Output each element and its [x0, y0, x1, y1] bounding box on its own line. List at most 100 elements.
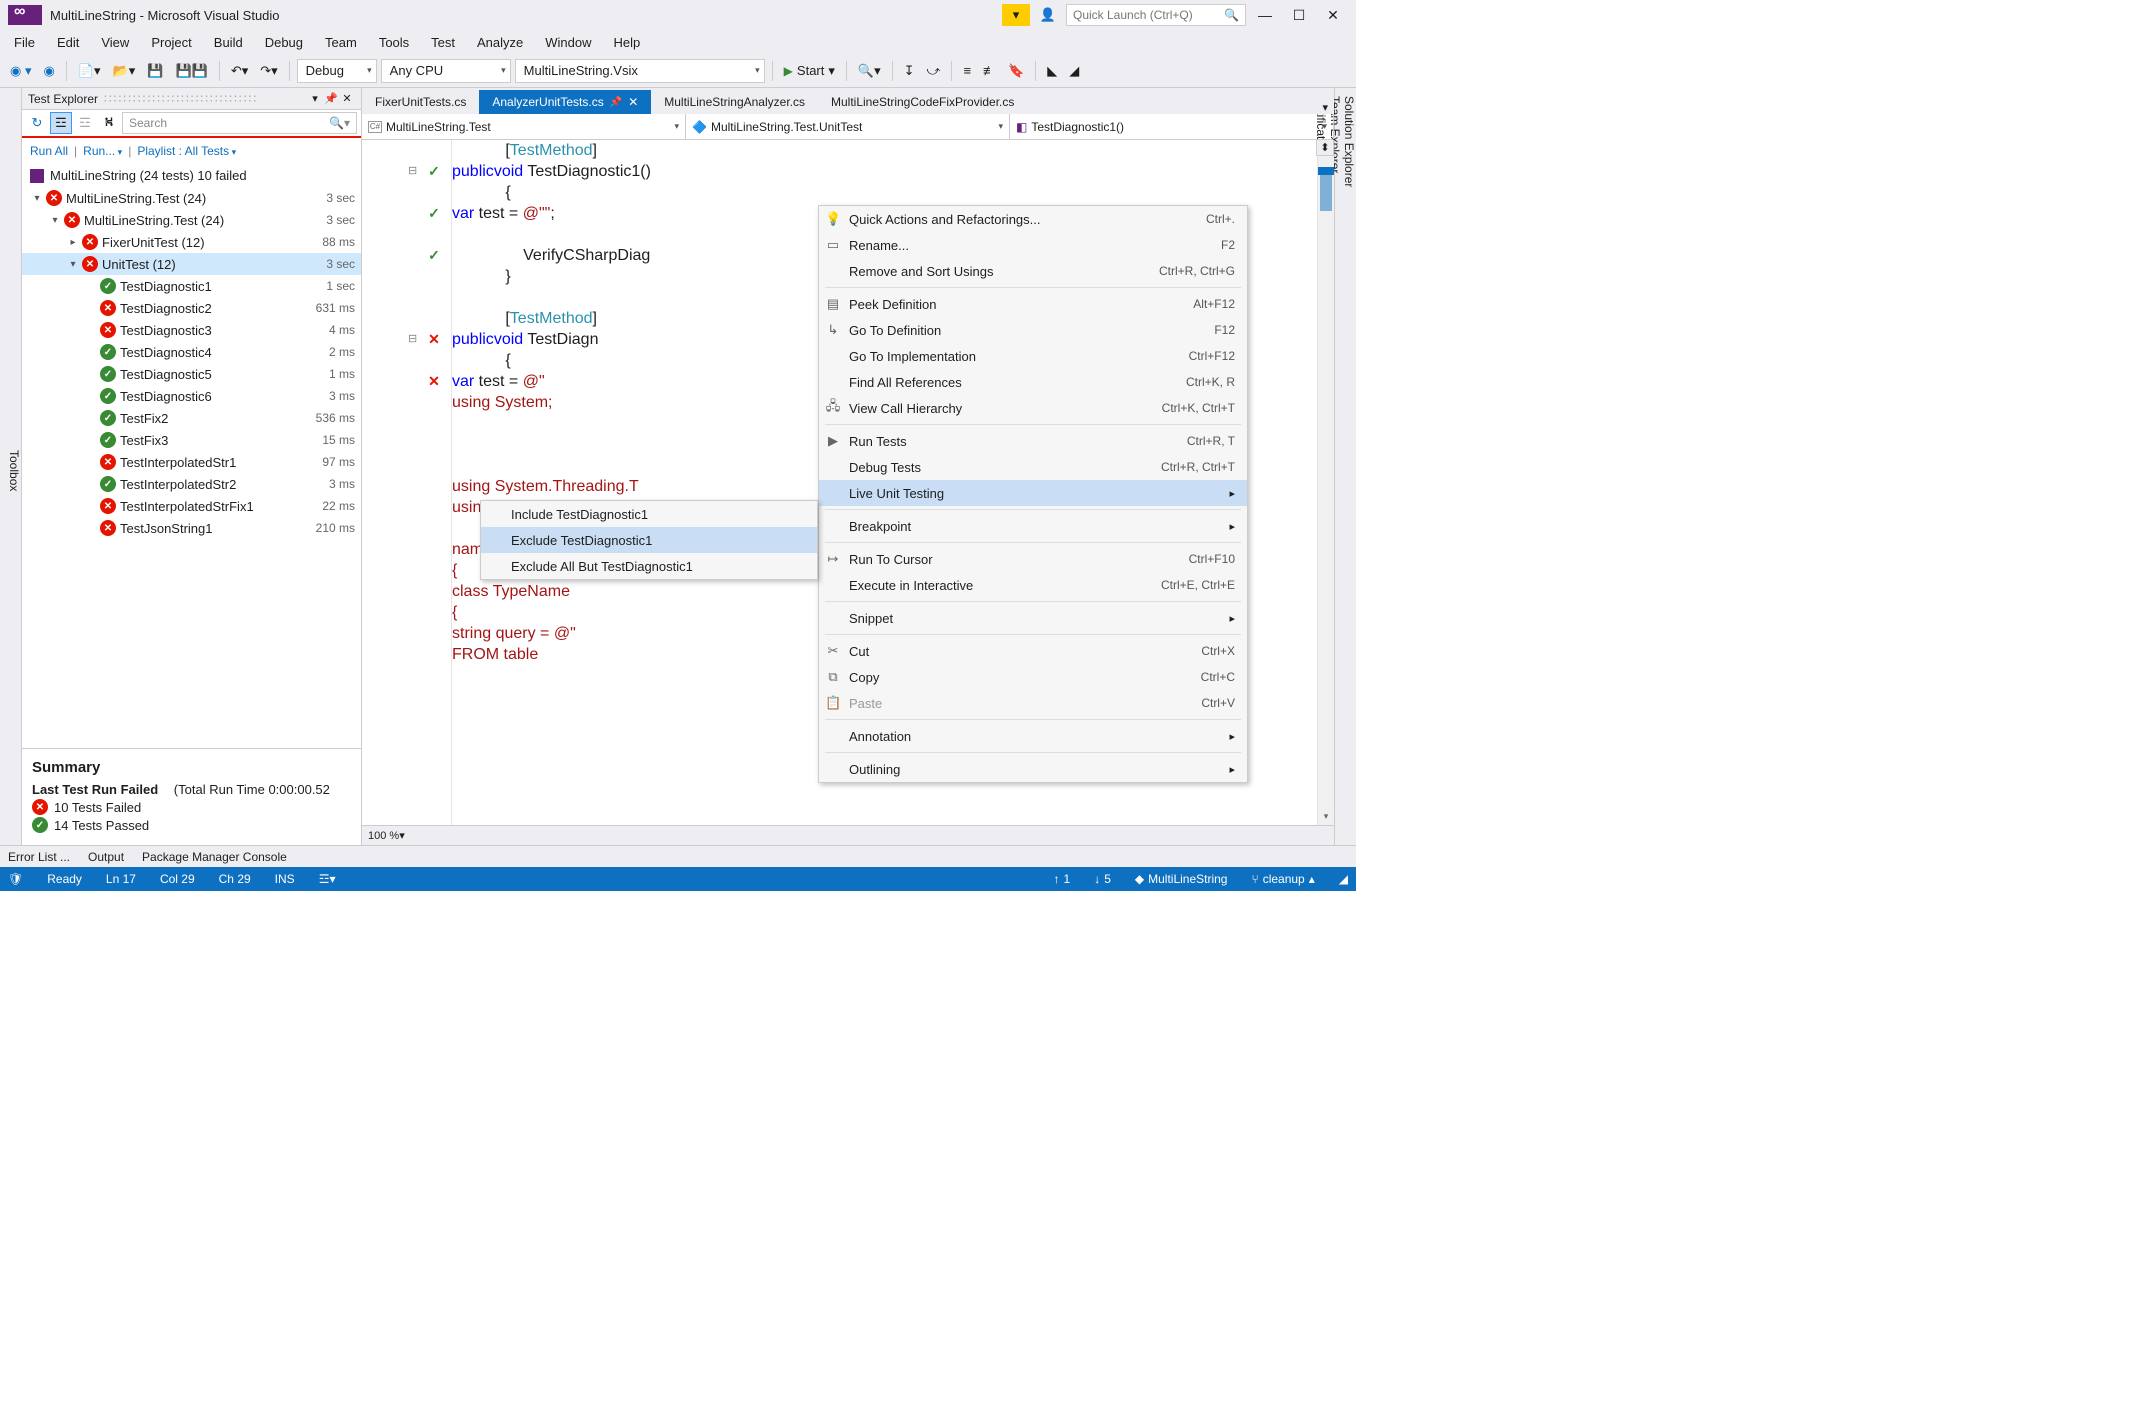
test-tree-row[interactable]: ▾✕MultiLineString.Test (24)3 sec	[22, 187, 361, 209]
test-tree-row[interactable]: ✓TestDiagnostic63 ms	[22, 385, 361, 407]
menu-file[interactable]: File	[4, 33, 45, 52]
test-tree-row[interactable]: ✓TestDiagnostic42 ms	[22, 341, 361, 363]
tab-overflow-button[interactable]: ▾	[1316, 101, 1334, 114]
test-tree-row[interactable]: ✕TestDiagnostic2631 ms	[22, 297, 361, 319]
ctx-annotation[interactable]: Annotation▸	[819, 723, 1247, 749]
status-pull[interactable]: ↓ 5	[1094, 872, 1111, 886]
config-combo[interactable]: Debug	[297, 59, 377, 83]
ctx-execute-in-interactive[interactable]: Execute in InteractiveCtrl+E, Ctrl+E	[819, 572, 1247, 598]
test-glyph-fail[interactable]: ✕	[424, 331, 444, 348]
close-button[interactable]: ✕	[1318, 4, 1348, 26]
ctx-run-tests[interactable]: ▶Run TestsCtrl+R, T	[819, 428, 1247, 454]
fold-button[interactable]: ⊟	[408, 164, 422, 177]
method-combo[interactable]: ◧TestDiagnostic1()	[1010, 114, 1334, 139]
flag2-button[interactable]: ◢	[1065, 60, 1083, 82]
undo-button[interactable]: ↶▾	[227, 60, 252, 82]
save-button[interactable]: 💾	[143, 60, 167, 82]
open-button[interactable]: 📂▾	[109, 60, 140, 82]
ctx-copy[interactable]: ⧉CopyCtrl+C	[819, 664, 1247, 690]
minimize-button[interactable]: —	[1250, 4, 1280, 26]
test-search-input[interactable]: Search🔍▾	[122, 112, 357, 134]
run-failed-button[interactable]: ↻	[26, 112, 48, 134]
scroll-thumb[interactable]	[1320, 171, 1332, 211]
run-all-link[interactable]: Run All	[30, 144, 68, 158]
document-tabs[interactable]: FixerUnitTests.csAnalyzerUnitTests.cs📌✕M…	[362, 88, 1334, 114]
doc-tab[interactable]: MultiLineStringAnalyzer.cs	[651, 90, 818, 114]
group-by-button[interactable]: ☲	[50, 112, 72, 134]
comment-button[interactable]: ≡	[959, 60, 975, 82]
find-button[interactable]: 🔍▾	[854, 60, 885, 82]
ctx-view-call-hierarchy[interactable]: 🖧View Call HierarchyCtrl+K, Ctrl+T	[819, 395, 1247, 421]
settings-button[interactable]: ⛕	[98, 112, 120, 134]
panel-pin-button[interactable]: 📌	[323, 92, 339, 105]
flag-icon[interactable]: ▾	[1002, 4, 1030, 26]
redo-button[interactable]: ↷▾	[256, 60, 281, 82]
menu-tools[interactable]: Tools	[369, 33, 419, 52]
ctx-debug-tests[interactable]: Debug TestsCtrl+R, Ctrl+T	[819, 454, 1247, 480]
menu-test[interactable]: Test	[421, 33, 465, 52]
status-misc-icon[interactable]: ☲▾	[319, 872, 336, 886]
bottom-tab[interactable]: Output	[88, 850, 124, 864]
ctx-peek-definition[interactable]: ▤Peek DefinitionAlt+F12	[819, 291, 1247, 317]
bookmark-button[interactable]: 🔖	[1004, 60, 1028, 82]
doc-tab[interactable]: MultiLineStringCodeFixProvider.cs	[818, 90, 1027, 114]
nav-back-button[interactable]: ◉ ▾	[6, 60, 35, 82]
class-combo[interactable]: 🔷MultiLineString.Test.UnitTest	[686, 114, 1010, 139]
test-tree-row[interactable]: ✕TestInterpolatedStr197 ms	[22, 451, 361, 473]
scroll-down-icon[interactable]: ▾	[1318, 808, 1334, 825]
namespace-combo[interactable]: C#MultiLineString.Test	[362, 114, 686, 139]
maximize-button[interactable]: ☐	[1284, 4, 1314, 26]
fold-button[interactable]: ⊟	[408, 332, 422, 345]
test-tree-row[interactable]: ✓TestDiagnostic11 sec	[22, 275, 361, 297]
panel-close-button[interactable]: ✕	[339, 92, 355, 105]
start-button[interactable]: ▶Start ▾	[780, 60, 839, 82]
platform-combo[interactable]: Any CPU	[381, 59, 511, 83]
flag1-button[interactable]: ◣	[1043, 60, 1061, 82]
ctx-go-to-definition[interactable]: ↳Go To DefinitionF12	[819, 317, 1247, 343]
ctx-go-to-implementation[interactable]: Go To ImplementationCtrl+F12	[819, 343, 1247, 369]
submenu-item[interactable]: Include TestDiagnostic1	[481, 501, 817, 527]
bottom-tab[interactable]: Error List ...	[8, 850, 70, 864]
new-project-button[interactable]: 📄▾	[74, 60, 105, 82]
ctx-outlining[interactable]: Outlining▸	[819, 756, 1247, 782]
test-tree[interactable]: ▾✕MultiLineString.Test (24)3 sec▾✕MultiL…	[22, 187, 361, 748]
test-tree-row[interactable]: ✓TestFix2536 ms	[22, 407, 361, 429]
menu-window[interactable]: Window	[535, 33, 601, 52]
vertical-scrollbar[interactable]: ▴ ▾	[1317, 140, 1334, 825]
ctx-run-to-cursor[interactable]: ↦Run To CursorCtrl+F10	[819, 546, 1247, 572]
ctx-breakpoint[interactable]: Breakpoint▸	[819, 513, 1247, 539]
ctx-rename-[interactable]: ▭Rename...F2	[819, 232, 1247, 258]
menu-debug[interactable]: Debug	[255, 33, 313, 52]
test-tree-row[interactable]: ▸✕FixerUnitTest (12)88 ms	[22, 231, 361, 253]
doc-tab[interactable]: FixerUnitTests.cs	[362, 90, 479, 114]
test-tree-row[interactable]: ✓TestInterpolatedStr23 ms	[22, 473, 361, 495]
bottom-tab[interactable]: Package Manager Console	[142, 850, 287, 864]
test-glyph-pass[interactable]: ✓	[424, 205, 444, 222]
status-push[interactable]: ↑ 1	[1054, 872, 1071, 886]
context-menu[interactable]: 💡Quick Actions and Refactorings...Ctrl+.…	[818, 205, 1248, 783]
live-unit-testing-submenu[interactable]: Include TestDiagnostic1Exclude TestDiagn…	[480, 500, 818, 580]
test-tree-row[interactable]: ✕TestInterpolatedStrFix122 ms	[22, 495, 361, 517]
uncomment-button[interactable]: ≢	[979, 60, 1000, 82]
split-button[interactable]: ⬍	[1316, 140, 1334, 156]
menu-build[interactable]: Build	[204, 33, 253, 52]
panel-dropdown-button[interactable]: ▾	[307, 92, 323, 105]
zoom-level[interactable]: 100 %	[368, 830, 399, 842]
test-glyph-pass[interactable]: ✓	[424, 247, 444, 264]
step-over-button[interactable]: ⤻	[923, 60, 945, 82]
test-glyph-pass[interactable]: ✓	[424, 163, 444, 180]
test-tree-row[interactable]: ▾✕MultiLineString.Test (24)3 sec	[22, 209, 361, 231]
save-all-button[interactable]: 💾💾	[171, 60, 211, 82]
submenu-item[interactable]: Exclude TestDiagnostic1	[481, 527, 817, 553]
run-link[interactable]: Run...	[83, 144, 122, 158]
test-tree-row[interactable]: ✕TestDiagnostic34 ms	[22, 319, 361, 341]
test-tree-row[interactable]: ✓TestFix315 ms	[22, 429, 361, 451]
test-tree-row[interactable]: ✕TestJsonString1210 ms	[22, 517, 361, 539]
menu-help[interactable]: Help	[604, 33, 651, 52]
menu-view[interactable]: View	[91, 33, 139, 52]
ctx-find-all-references[interactable]: Find All ReferencesCtrl+K, R	[819, 369, 1247, 395]
pass-count[interactable]: 14 Tests Passed	[54, 818, 149, 833]
nav-fwd-button[interactable]: ◉	[39, 60, 58, 82]
feedback-icon[interactable]: 👤	[1034, 4, 1062, 26]
startup-combo[interactable]: MultiLineString.Vsix	[515, 59, 765, 83]
